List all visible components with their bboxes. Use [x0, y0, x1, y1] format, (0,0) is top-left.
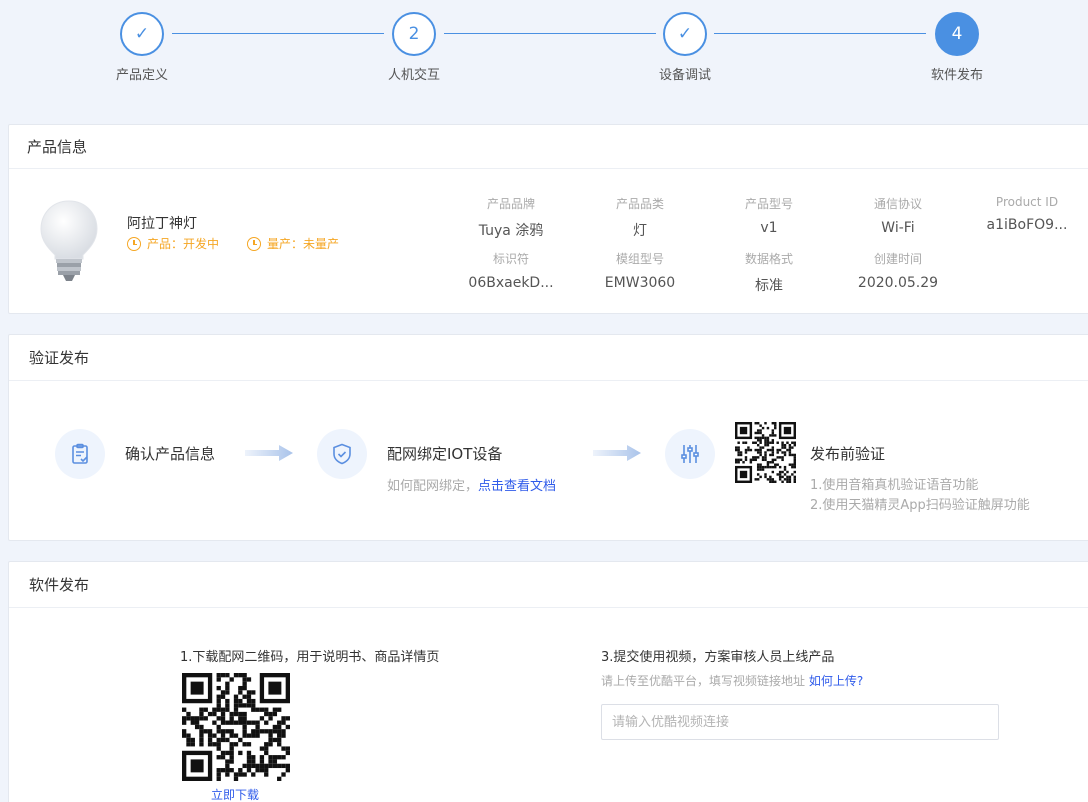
field-value: 灯: [633, 223, 647, 239]
step-connector: [714, 33, 926, 34]
step-device-debug[interactable]: ✓ 设备调试: [625, 12, 745, 83]
release-step3-hint: 请上传至优酷平台，填写视频链接地址 如何上传?: [601, 672, 863, 689]
product-name: 阿拉丁神灯: [127, 216, 197, 232]
clock-icon: [127, 236, 141, 251]
step-label: 设备调试: [658, 68, 711, 83]
field-value: 06BxaekD...: [468, 275, 554, 291]
verify-step2-title: 配网绑定IOT设备: [387, 445, 503, 463]
product-info-card: 产品信息 阿拉丁神灯 产品：开发中 量产：未量产 产品品牌 Tuya 涂鸦 产品…: [8, 124, 1088, 314]
status-mass-production: 量产：未量产: [267, 237, 340, 251]
step-number: 4: [935, 12, 979, 56]
verify-step2-hint: 如何配网绑定，点击查看文档: [387, 475, 556, 494]
field-model: 产品型号 v1: [714, 195, 824, 236]
clock-icon: [247, 236, 262, 251]
field-product-id: Product ID a1iBoFO9...: [972, 195, 1082, 233]
hint-text: 请上传至优酷平台，填写视频链接地址: [601, 674, 806, 688]
progress-steps: ✓ 产品定义 2 人机交互 ✓ 设备调试 4 软件发布: [0, 0, 1088, 110]
field-value: v1: [760, 220, 778, 236]
arrow-right-icon: [245, 445, 293, 461]
step-label: 人机交互: [387, 68, 440, 83]
field-identifier: 标识符 06BxaekD...: [456, 250, 566, 291]
step-hmi[interactable]: 2 人机交互: [354, 12, 474, 83]
download-link[interactable]: 立即下载: [211, 786, 259, 802]
field-label: 产品品牌: [486, 197, 535, 211]
verify-publish-card: 验证发布 确认产品信息 配网绑定IOT设备 如何配网绑定，点击查看文档 发布前验…: [8, 334, 1088, 541]
how-to-upload-link[interactable]: 如何上传?: [809, 674, 863, 688]
step-done-icon: ✓: [120, 12, 164, 56]
video-link-input[interactable]: [601, 704, 999, 740]
field-data-format: 数据格式 标准: [714, 250, 824, 295]
step-label: 产品定义: [115, 68, 168, 83]
software-release-card: 软件发布 1.下载配网二维码，用于说明书、商品详情页 立即下载 3.提交使用视频…: [8, 561, 1088, 802]
card-title: 验证发布: [9, 335, 1088, 381]
step-label: 软件发布: [930, 68, 983, 83]
field-brand: 产品品牌 Tuya 涂鸦: [456, 195, 566, 240]
release-qr-code: [182, 673, 290, 781]
release-step3-text: 3.提交使用视频，方案审核人员上线产品: [601, 650, 835, 665]
view-docs-link[interactable]: 点击查看文档: [478, 479, 556, 494]
field-value: Wi-Fi: [881, 220, 915, 236]
verify-step3-line1: 1.使用音箱真机验证语音功能: [810, 478, 979, 493]
field-protocol: 通信协议 Wi-Fi: [843, 195, 953, 236]
hint-text: 如何配网绑定，: [387, 479, 479, 494]
status-product: 产品：开发中: [147, 237, 220, 251]
step-software-release[interactable]: 4 软件发布: [897, 12, 1017, 83]
field-label: Product ID: [995, 195, 1059, 209]
arrow-right-icon: [593, 445, 641, 461]
clipboard-check-icon: [55, 429, 105, 479]
field-label: 数据格式: [744, 252, 793, 266]
field-label: 产品型号: [744, 197, 793, 211]
field-value: Tuya 涂鸦: [478, 223, 544, 239]
sliders-icon: [665, 429, 715, 479]
step-connector: [172, 33, 384, 34]
verify-step3-line2: 2.使用天猫精灵App扫码验证触屏功能: [810, 498, 1030, 513]
field-label: 通信协议: [873, 197, 922, 211]
step-number: 2: [392, 12, 436, 56]
release-step1-text: 1.下载配网二维码，用于说明书、商品详情页: [180, 650, 440, 665]
verify-step1-title: 确认产品信息: [125, 445, 216, 463]
field-value: a1iBoFO9...: [986, 217, 1068, 233]
product-status: 产品：开发中 量产：未量产: [127, 235, 339, 252]
verify-qr-code: [735, 422, 796, 483]
field-created: 创建时间 2020.05.29: [843, 250, 953, 291]
step-done-icon: ✓: [663, 12, 707, 56]
lightbulb-image: [40, 200, 98, 281]
field-value: 2020.05.29: [857, 275, 939, 291]
field-value: 标准: [755, 278, 783, 294]
field-category: 产品品类 灯: [585, 195, 695, 240]
shield-check-icon: [317, 429, 367, 479]
field-label: 创建时间: [873, 252, 922, 266]
field-module: 模组型号 EMW3060: [585, 250, 695, 291]
field-label: 产品品类: [615, 197, 664, 211]
verify-step3-title: 发布前验证: [810, 445, 886, 463]
card-title: 软件发布: [9, 562, 1088, 608]
field-value: EMW3060: [604, 275, 676, 291]
field-label: 标识符: [492, 252, 529, 266]
card-title: 产品信息: [9, 125, 1088, 169]
field-label: 模组型号: [615, 252, 664, 266]
step-product-definition[interactable]: ✓ 产品定义: [82, 12, 202, 83]
